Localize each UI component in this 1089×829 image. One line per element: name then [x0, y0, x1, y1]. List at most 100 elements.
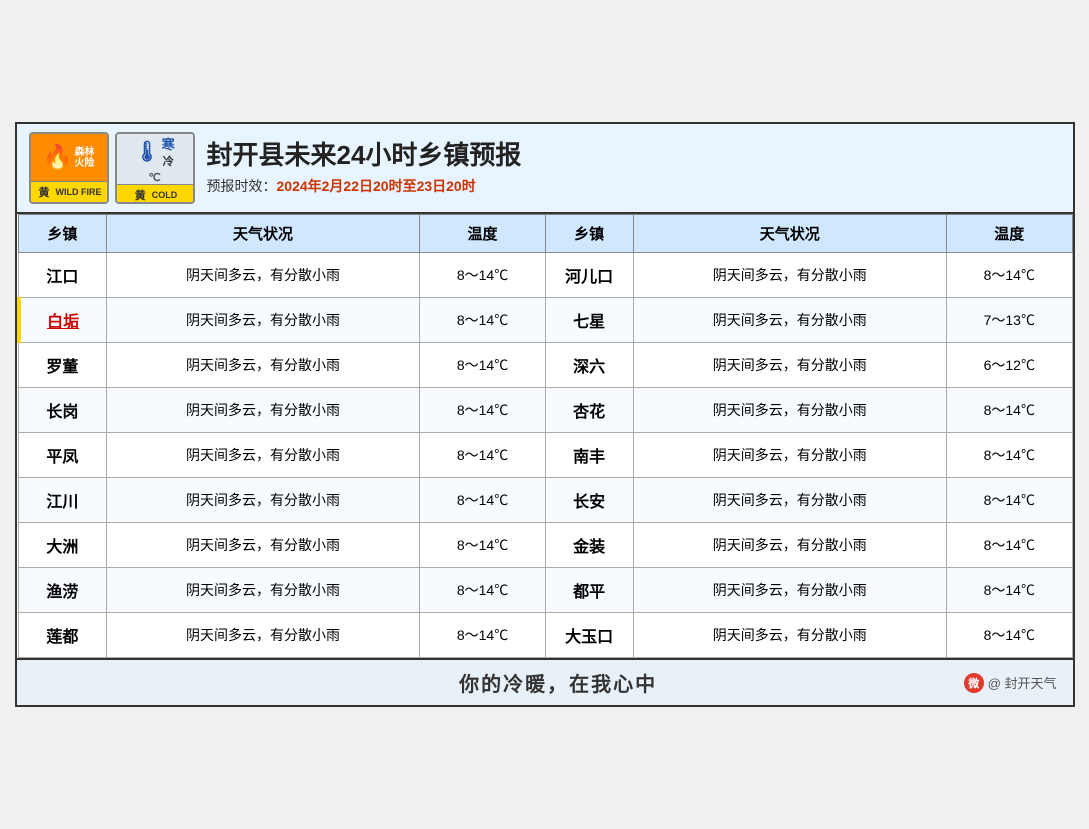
right-temp-cell: 6～12℃	[947, 343, 1072, 388]
left-weather-cell: 阴天间多云，有分散小雨	[106, 343, 420, 388]
col-header-weather-right: 天气状况	[633, 215, 947, 253]
fire-icon: 🔥	[43, 143, 73, 172]
header: 🔥 森林 火险 黄 WILD FIRE	[17, 124, 1073, 214]
wildfire-level: 黄	[36, 184, 53, 200]
title-area: 封开县未来24小时乡镇预报 预报时效：2024年2月22日20时至23日20时	[207, 140, 1061, 195]
left-temp-cell: 8～14℃	[420, 433, 545, 478]
cold-badge-top: 🌡 寒 冷 ℃	[117, 134, 193, 184]
left-temp-cell: 8～14℃	[420, 388, 545, 433]
col-header-town-right: 乡镇	[545, 215, 633, 253]
right-town-cell: 大玉口	[545, 613, 633, 658]
left-town-cell: 江川	[19, 478, 107, 523]
left-town-cell: 白垢	[19, 298, 107, 343]
right-weather-cell: 阴天间多云，有分散小雨	[633, 298, 947, 343]
left-town-cell: 江口	[19, 253, 107, 298]
right-weather-cell: 阴天间多云，有分散小雨	[633, 613, 947, 658]
forecast-time: 预报时效：2024年2月22日20时至23日20时	[207, 176, 1061, 196]
weibo-icon: 微	[964, 673, 984, 693]
cold-level: 黄	[132, 187, 149, 203]
right-town-cell: 金装	[545, 523, 633, 568]
right-town-cell: 深六	[545, 343, 633, 388]
left-town-cell: 莲都	[19, 613, 107, 658]
left-temp-cell: 8～14℃	[420, 613, 545, 658]
right-temp-cell: 7～13℃	[947, 298, 1072, 343]
right-temp-cell: 8～14℃	[947, 433, 1072, 478]
left-weather-cell: 阴天间多云，有分散小雨	[106, 523, 420, 568]
forecast-table: 乡镇 天气状况 温度 乡镇 天气状况 温度 江口 阴天间多云，有分散小雨 8～1…	[17, 214, 1073, 658]
col-header-weather-left: 天气状况	[106, 215, 420, 253]
left-town-cell: 大洲	[19, 523, 107, 568]
right-temp-cell: 8～14℃	[947, 523, 1072, 568]
wildfire-label: WILD FIRE	[56, 187, 102, 197]
table-row: 江川 阴天间多云，有分散小雨 8～14℃ 长安 阴天间多云，有分散小雨 8～14…	[19, 478, 1073, 523]
right-town-cell: 长安	[545, 478, 633, 523]
wildfire-badge: 🔥 森林 火险 黄 WILD FIRE	[29, 132, 109, 204]
table-row: 罗董 阴天间多云，有分散小雨 8～14℃ 深六 阴天间多云，有分散小雨 6～12…	[19, 343, 1073, 388]
left-weather-cell: 阴天间多云，有分散小雨	[106, 298, 420, 343]
left-town-cell: 渔涝	[19, 568, 107, 613]
footer-slogan: 你的冷暖，在我心中	[153, 668, 964, 697]
account-name: @ 封开天气	[988, 673, 1057, 692]
warning-badges: 🔥 森林 火险 黄 WILD FIRE	[29, 132, 195, 204]
footer: 你的冷暖，在我心中 微 @ 封开天气	[17, 658, 1073, 705]
right-temp-cell: 8～14℃	[947, 568, 1072, 613]
left-temp-cell: 8～14℃	[420, 568, 545, 613]
right-temp-cell: 8～14℃	[947, 613, 1072, 658]
left-town-cell: 长岗	[19, 388, 107, 433]
right-weather-cell: 阴天间多云，有分散小雨	[633, 433, 947, 478]
right-temp-cell: 8～14℃	[947, 253, 1072, 298]
table-row: 莲都 阴天间多云，有分散小雨 8～14℃ 大玉口 阴天间多云，有分散小雨 8～1…	[19, 613, 1073, 658]
right-temp-cell: 8～14℃	[947, 478, 1072, 523]
wildfire-badge-bottom: 黄 WILD FIRE	[31, 181, 107, 202]
right-temp-cell: 8～14℃	[947, 388, 1072, 433]
table-row: 大洲 阴天间多云，有分散小雨 8～14℃ 金装 阴天间多云，有分散小雨 8～14…	[19, 523, 1073, 568]
wildfire-badge-top: 🔥 森林 火险	[31, 134, 107, 181]
left-town-cell: 平凤	[19, 433, 107, 478]
thermometer-icon: 🌡	[134, 139, 159, 164]
right-weather-cell: 阴天间多云，有分散小雨	[633, 388, 947, 433]
table-row: 江口 阴天间多云，有分散小雨 8～14℃ 河儿口 阴天间多云，有分散小雨 8～1…	[19, 253, 1073, 298]
forecast-table-container: 乡镇 天气状况 温度 乡镇 天气状况 温度 江口 阴天间多云，有分散小雨 8～1…	[17, 214, 1073, 658]
forecast-prefix: 预报时效：	[207, 178, 277, 194]
left-weather-cell: 阴天间多云，有分散小雨	[106, 613, 420, 658]
page-title: 封开县未来24小时乡镇预报	[207, 140, 1061, 171]
left-weather-cell: 阴天间多云，有分散小雨	[106, 568, 420, 613]
right-town-cell: 杏花	[545, 388, 633, 433]
table-row: 白垢 阴天间多云，有分散小雨 8～14℃ 七星 阴天间多云，有分散小雨 7～13…	[19, 298, 1073, 343]
right-weather-cell: 阴天间多云，有分散小雨	[633, 523, 947, 568]
right-weather-cell: 阴天间多云，有分散小雨	[633, 478, 947, 523]
table-row: 平凤 阴天间多云，有分散小雨 8～14℃ 南丰 阴天间多云，有分散小雨 8～14…	[19, 433, 1073, 478]
cold-badge: 🌡 寒 冷 ℃ 黄 COLD	[115, 132, 195, 204]
fire-risk-text: 火险	[74, 158, 94, 169]
left-temp-cell: 8～14℃	[420, 478, 545, 523]
cold-badge-bottom: 黄 COLD	[117, 184, 193, 204]
celsius-symbol: ℃	[148, 171, 160, 184]
right-weather-cell: 阴天间多云，有分散小雨	[633, 343, 947, 388]
table-row: 渔涝 阴天间多云，有分散小雨 8～14℃ 都平 阴天间多云，有分散小雨 8～14…	[19, 568, 1073, 613]
right-weather-cell: 阴天间多云，有分散小雨	[633, 568, 947, 613]
cold-sub-label: 冷	[163, 153, 174, 169]
cold-main-label: 寒	[162, 134, 175, 153]
right-weather-cell: 阴天间多云，有分散小雨	[633, 253, 947, 298]
left-weather-cell: 阴天间多云，有分散小雨	[106, 433, 420, 478]
left-temp-cell: 8～14℃	[420, 523, 545, 568]
left-weather-cell: 阴天间多云，有分散小雨	[106, 478, 420, 523]
left-town-cell: 罗董	[19, 343, 107, 388]
cold-label: COLD	[152, 190, 178, 200]
right-town-cell: 河儿口	[545, 253, 633, 298]
right-town-cell: 七星	[545, 298, 633, 343]
left-temp-cell: 8～14℃	[420, 298, 545, 343]
left-weather-cell: 阴天间多云，有分散小雨	[106, 388, 420, 433]
col-header-town-left: 乡镇	[19, 215, 107, 253]
footer-account: 微 @ 封开天气	[964, 673, 1057, 693]
table-row: 长岗 阴天间多云，有分散小雨 8～14℃ 杏花 阴天间多云，有分散小雨 8～14…	[19, 388, 1073, 433]
left-temp-cell: 8～14℃	[420, 253, 545, 298]
time-range: 2024年2月22日20时至23日20时	[277, 178, 476, 194]
col-header-temp-left: 温度	[420, 215, 545, 253]
forest-text: 森林	[74, 147, 94, 158]
table-header-row: 乡镇 天气状况 温度 乡镇 天气状况 温度	[19, 215, 1073, 253]
col-header-temp-right: 温度	[947, 215, 1072, 253]
right-town-cell: 都平	[545, 568, 633, 613]
weather-card: 🔥 森林 火险 黄 WILD FIRE	[15, 122, 1075, 707]
left-weather-cell: 阴天间多云，有分散小雨	[106, 253, 420, 298]
